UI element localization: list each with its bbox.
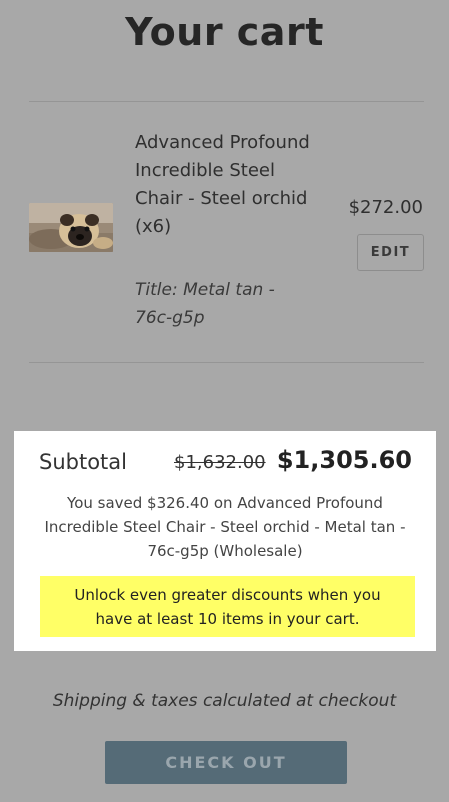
- bottom-divider: [29, 362, 424, 363]
- discount-unlock-banner: Unlock even greater discounts when you h…: [40, 576, 415, 637]
- subtotal-label: Subtotal: [39, 450, 127, 474]
- checkout-button[interactable]: CHECK OUT: [105, 741, 347, 784]
- page-title: Your cart: [125, 10, 324, 54]
- savings-message: You saved $326.40 on Advanced Profound I…: [44, 494, 406, 560]
- pug-dog-photo-icon: [29, 203, 113, 252]
- top-divider: [29, 101, 424, 102]
- order-summary-card: Subtotal $1,632.00 $1,305.60 You saved $…: [14, 431, 436, 651]
- product-variant: Title: Metal tan - 76c-g5p: [135, 280, 275, 328]
- edit-button[interactable]: EDIT: [357, 234, 424, 271]
- original-total-price: $1,632.00: [174, 452, 266, 473]
- product-price: $272.00: [348, 197, 423, 218]
- product-name[interactable]: Advanced Profound Incredible Steel Chair…: [135, 129, 310, 241]
- discounted-total-price: $1,305.60: [276, 446, 412, 474]
- product-image[interactable]: [29, 203, 113, 252]
- shipping-taxes-note: Shipping & taxes calculated at checkout: [52, 691, 397, 711]
